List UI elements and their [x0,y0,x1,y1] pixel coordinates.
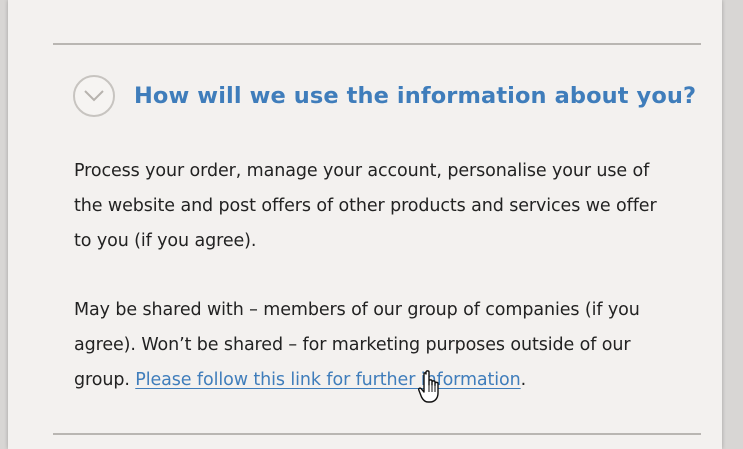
top-divider [53,43,701,45]
section-header[interactable]: How will we use the information about yo… [73,71,696,121]
privacy-info-panel: How will we use the information about yo… [8,0,722,449]
bottom-divider [53,433,701,435]
usage-paragraph: Process your order, manage your account,… [74,161,657,251]
further-information-link[interactable]: Please follow this link for further info… [135,370,520,390]
sharing-paragraph: May be shared with – members of our grou… [74,293,674,398]
link-trailing-period: . [520,370,527,390]
section-heading[interactable]: How will we use the information about yo… [134,83,696,109]
chevron-down-icon [84,90,104,102]
hand-pointer-icon [418,370,439,403]
expand-toggle-button[interactable] [73,75,115,117]
